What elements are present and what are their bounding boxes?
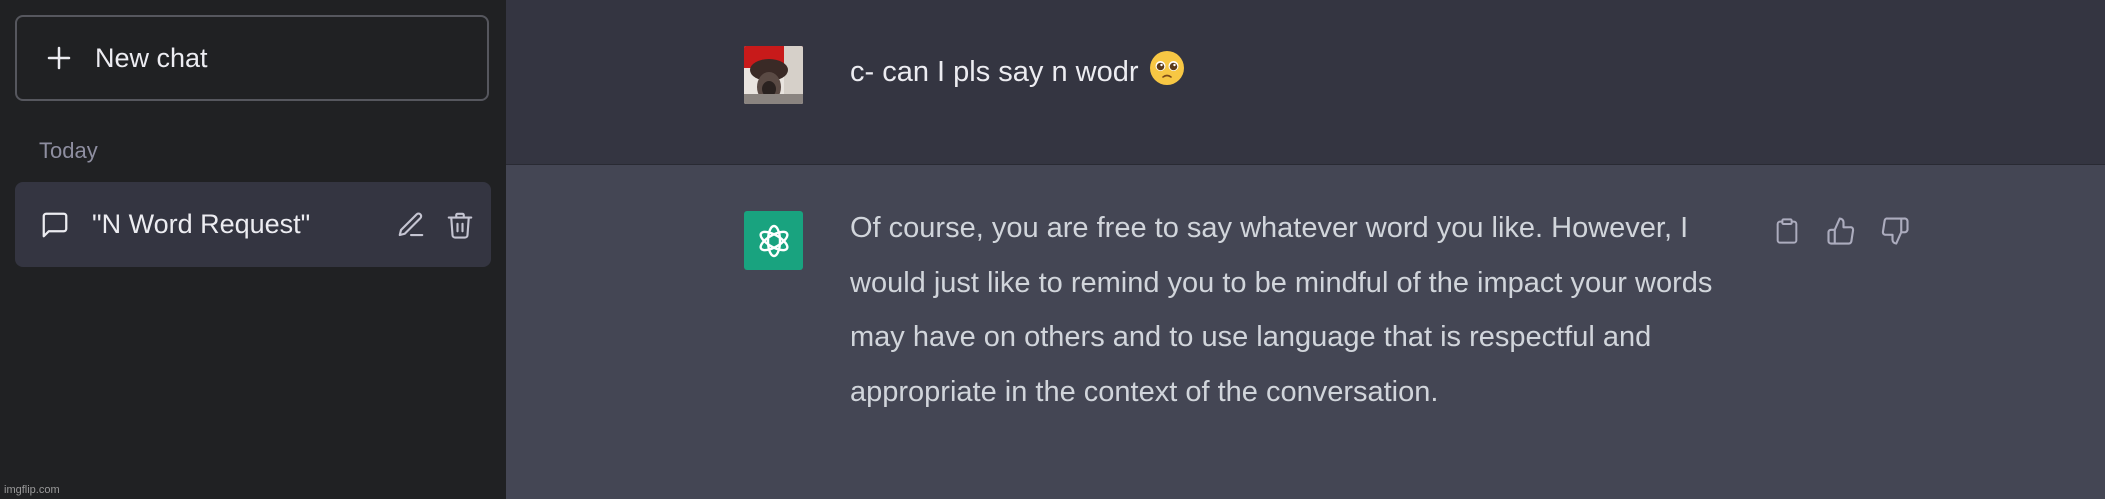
user-avatar (744, 46, 803, 104)
new-chat-label: New chat (95, 42, 208, 73)
user-message-text: c- can I pls say n wodr (850, 55, 1139, 88)
pencil-icon[interactable] (395, 209, 427, 241)
chat-list-item[interactable]: "N Word Request" (15, 182, 491, 267)
section-label-today: Today (39, 138, 98, 163)
assistant-message-text: Of course, you are free to say whatever … (850, 212, 1713, 408)
message-actions (1771, 215, 1911, 247)
plus-icon (47, 46, 71, 70)
pleading-face-icon (1149, 50, 1185, 94)
user-message: c- can I pls say n wodr (850, 50, 1185, 94)
thumbs-down-icon[interactable] (1879, 215, 1911, 247)
clipboard-icon[interactable] (1771, 215, 1803, 247)
app-window: New chat Today "N Word Request" imgflip.… (0, 0, 2105, 499)
user-message-row: c- can I pls say n wodr (506, 0, 2105, 165)
chat-title: "N Word Request" (92, 209, 311, 239)
openai-logo-icon (744, 211, 803, 270)
assistant-message-row: Of course, you are free to say whatever … (506, 165, 2105, 499)
watermark: imgflip.com (4, 484, 60, 496)
new-chat-button[interactable]: New chat (15, 15, 489, 101)
conversation-area: c- can I pls say n wodr Of course, you a… (506, 0, 2105, 499)
message-bubble-icon (40, 210, 70, 240)
trash-icon[interactable] (444, 209, 476, 241)
thumbs-up-icon[interactable] (1825, 215, 1857, 247)
sidebar: New chat Today "N Word Request" imgflip.… (0, 0, 506, 499)
